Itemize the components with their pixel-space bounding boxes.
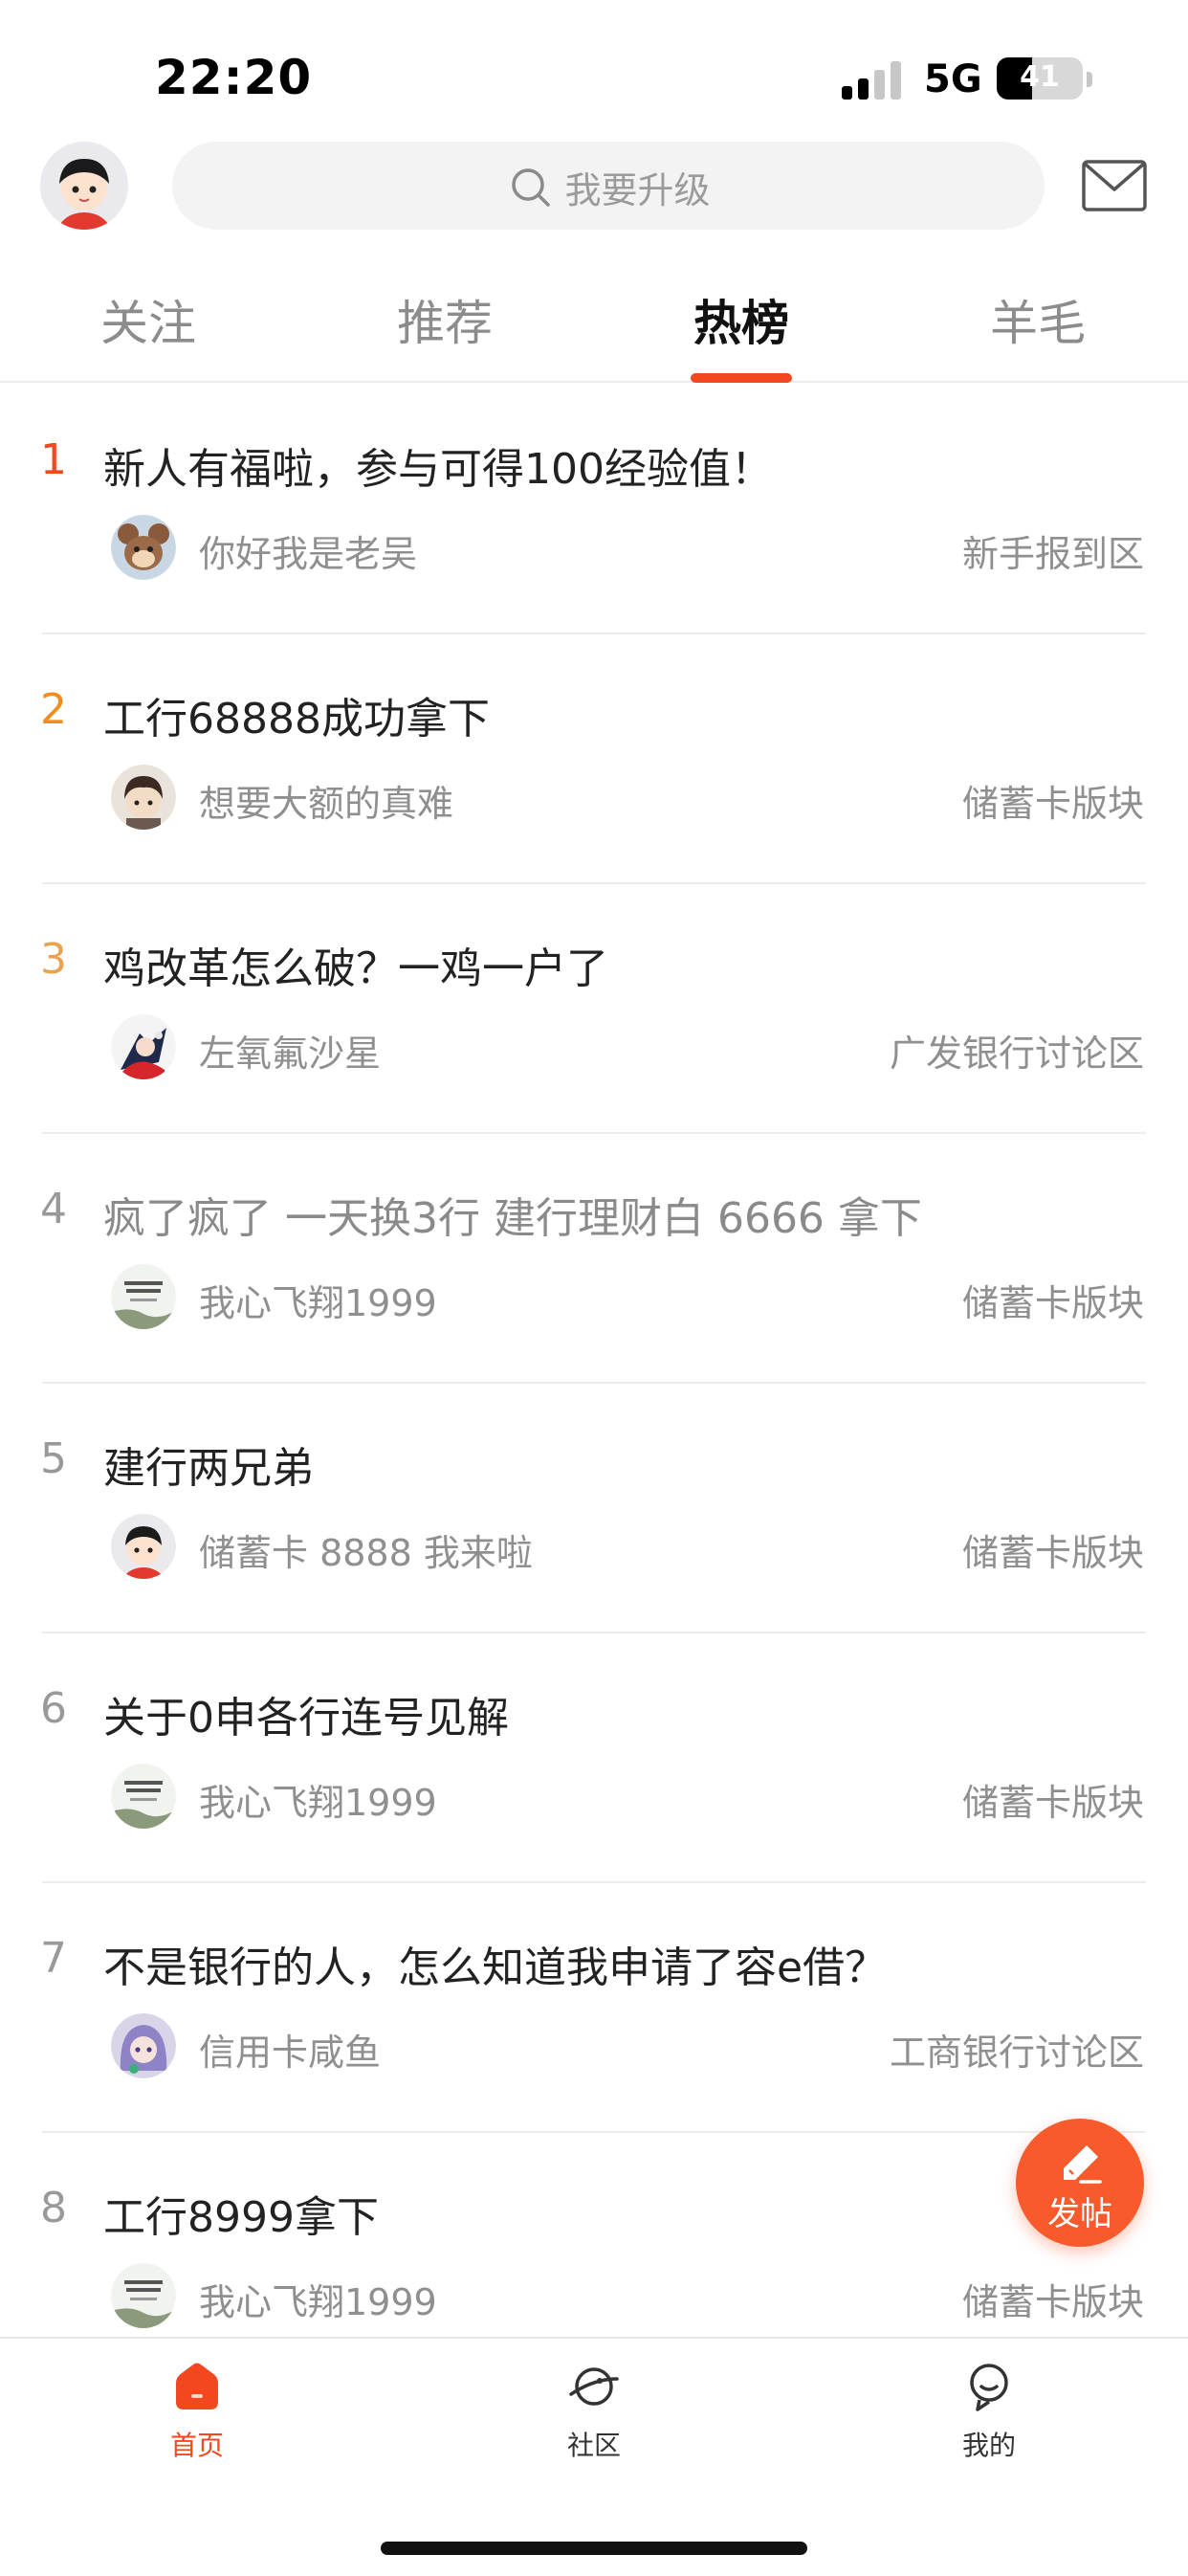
mail-icon[interactable] [1081, 159, 1148, 212]
post-title[interactable]: 工行8999拿下 [103, 2183, 379, 2244]
category-tabs: 关注 推荐 热榜 羊毛 [0, 278, 1188, 383]
new-post-button[interactable]: 发帖 [1016, 2119, 1144, 2247]
author-avatar[interactable] [111, 1764, 176, 1829]
new-post-label: 发帖 [1047, 2195, 1112, 2233]
hot-list: 1 新人有福啦，参与可得100经验值！ 你好我是老吴 新手报到区 2 工行688… [0, 385, 1188, 2383]
hot-list-item[interactable]: 2 工行68888成功拿下 想要大额的真难 储蓄卡版块 [0, 634, 1188, 884]
rank-number: 5 [40, 1434, 67, 1483]
mouse-avatar-icon [111, 515, 176, 580]
author-avatar[interactable] [111, 1014, 176, 1079]
rank-number: 1 [40, 435, 67, 484]
active-tab-indicator [691, 373, 792, 383]
author-name[interactable]: 储蓄卡 8888 我来啦 [199, 1523, 533, 1576]
hot-list-item[interactable]: 1 新人有福啦，参与可得100经验值！ 你好我是老吴 新手报到区 [0, 385, 1188, 634]
board-name[interactable]: 新手报到区 [962, 524, 1144, 577]
author-name[interactable]: 你好我是老吴 [199, 524, 417, 577]
post-title[interactable]: 不是银行的人，怎么知道我申请了容e借？ [103, 1933, 887, 1994]
nav-profile-label: 我的 [961, 2430, 1016, 2461]
author-name[interactable]: 左氧氟沙星 [199, 1024, 381, 1077]
nav-community[interactable]: 社区 [508, 2358, 680, 2463]
rank-number: 3 [40, 935, 67, 984]
hot-list-item[interactable]: 6 关于0申各行连号见解 我心飞翔1999 储蓄卡版块 [0, 1633, 1188, 1883]
search-icon [512, 167, 551, 207]
nav-home-label: 首页 [169, 2430, 224, 2461]
header: 我要升级 [0, 142, 1188, 233]
tab-recommended[interactable]: 推荐 [349, 285, 540, 354]
tab-hot-list[interactable]: 热榜 [646, 285, 837, 354]
pencil-icon [1064, 2145, 1102, 2184]
rank-number: 2 [40, 685, 67, 734]
tab-deals[interactable]: 羊毛 [942, 285, 1133, 354]
anime-avatar-icon [111, 1014, 176, 1079]
post-title[interactable]: 鸡改革怎么破？一鸡一户了 [103, 934, 608, 995]
nav-home[interactable]: 首页 [111, 2358, 283, 2463]
status-bar: 22:20 5G 41 [0, 0, 1188, 144]
hot-list-item[interactable]: 5 建行两兄弟 储蓄卡 8888 我来啦 储蓄卡版块 [0, 1384, 1188, 1633]
anime-girl-avatar-icon [111, 2013, 176, 2078]
hot-list-item[interactable]: 3 鸡改革怎么破？一鸡一户了 左氧氟沙星 广发银行讨论区 [0, 884, 1188, 1134]
board-name[interactable]: 储蓄卡版块 [962, 1274, 1144, 1326]
board-name[interactable]: 储蓄卡版块 [962, 2273, 1144, 2325]
battery-tip [1087, 72, 1092, 87]
post-title[interactable]: 建行两兄弟 [103, 1433, 314, 1495]
author-name[interactable]: 我心飞翔1999 [199, 1773, 437, 1826]
rank-number: 7 [40, 1934, 67, 1983]
text-avatar-icon [111, 1764, 176, 1829]
profile-icon [970, 2364, 1008, 2411]
author-name[interactable]: 我心飞翔1999 [199, 1274, 437, 1326]
signal-strength-icon [842, 59, 903, 100]
author-avatar[interactable] [111, 765, 176, 830]
rank-number: 8 [40, 2184, 67, 2232]
board-name[interactable]: 储蓄卡版块 [962, 1773, 1144, 1826]
network-type: 5G [924, 57, 982, 101]
post-title[interactable]: 关于0申各行连号见解 [103, 1683, 509, 1744]
battery-icon: 41 [997, 57, 1083, 100]
battery-level: 41 [1020, 60, 1060, 94]
post-title[interactable]: 新人有福啦，参与可得100经验值！ [103, 434, 773, 496]
avatar-cartoon-icon [111, 1514, 176, 1579]
text-avatar-icon [111, 2263, 176, 2328]
rank-number: 4 [40, 1185, 67, 1233]
post-title[interactable]: 疯了疯了 一天换3行 建行理财白 6666 拿下 [103, 1184, 922, 1245]
post-title[interactable]: 工行68888成功拿下 [103, 684, 490, 745]
search-placeholder: 我要升级 [564, 169, 711, 211]
home-icon [176, 2363, 218, 2409]
author-name[interactable]: 信用卡咸鱼 [199, 2023, 381, 2076]
board-name[interactable]: 广发银行讨论区 [890, 1024, 1144, 1077]
hot-list-item[interactable]: 4 疯了疯了 一天换3行 建行理财白 6666 拿下 我心飞翔1999 储蓄卡版… [0, 1134, 1188, 1384]
board-name[interactable]: 储蓄卡版块 [962, 1523, 1144, 1576]
board-name[interactable]: 工商银行讨论区 [890, 2023, 1144, 2076]
status-time: 22:20 [155, 50, 313, 105]
author-name[interactable]: 想要大额的真难 [199, 774, 453, 827]
nav-profile[interactable]: 我的 [903, 2358, 1075, 2463]
user-avatar[interactable] [40, 142, 128, 230]
author-avatar[interactable] [111, 2263, 176, 2328]
author-avatar[interactable] [111, 515, 176, 580]
text-avatar-icon [111, 1264, 176, 1329]
planet-icon [569, 2367, 619, 2406]
author-name[interactable]: 我心飞翔1999 [199, 2273, 437, 2325]
avatar-cartoon-icon [40, 142, 128, 230]
home-indicator[interactable] [381, 2542, 807, 2555]
nav-community-label: 社区 [566, 2430, 621, 2461]
author-avatar[interactable] [111, 1264, 176, 1329]
bottom-nav: 首页 社区 我的 [0, 2337, 1188, 2576]
boy-avatar-icon [111, 765, 176, 830]
search-bar[interactable]: 我要升级 [172, 142, 1045, 230]
board-name[interactable]: 储蓄卡版块 [962, 774, 1144, 827]
author-avatar[interactable] [111, 2013, 176, 2078]
tab-following[interactable]: 关注 [53, 285, 244, 354]
hot-list-item[interactable]: 7 不是银行的人，怎么知道我申请了容e借？ 信用卡咸鱼 工商银行讨论区 [0, 1883, 1188, 2133]
author-avatar[interactable] [111, 1514, 176, 1579]
rank-number: 6 [40, 1684, 67, 1733]
